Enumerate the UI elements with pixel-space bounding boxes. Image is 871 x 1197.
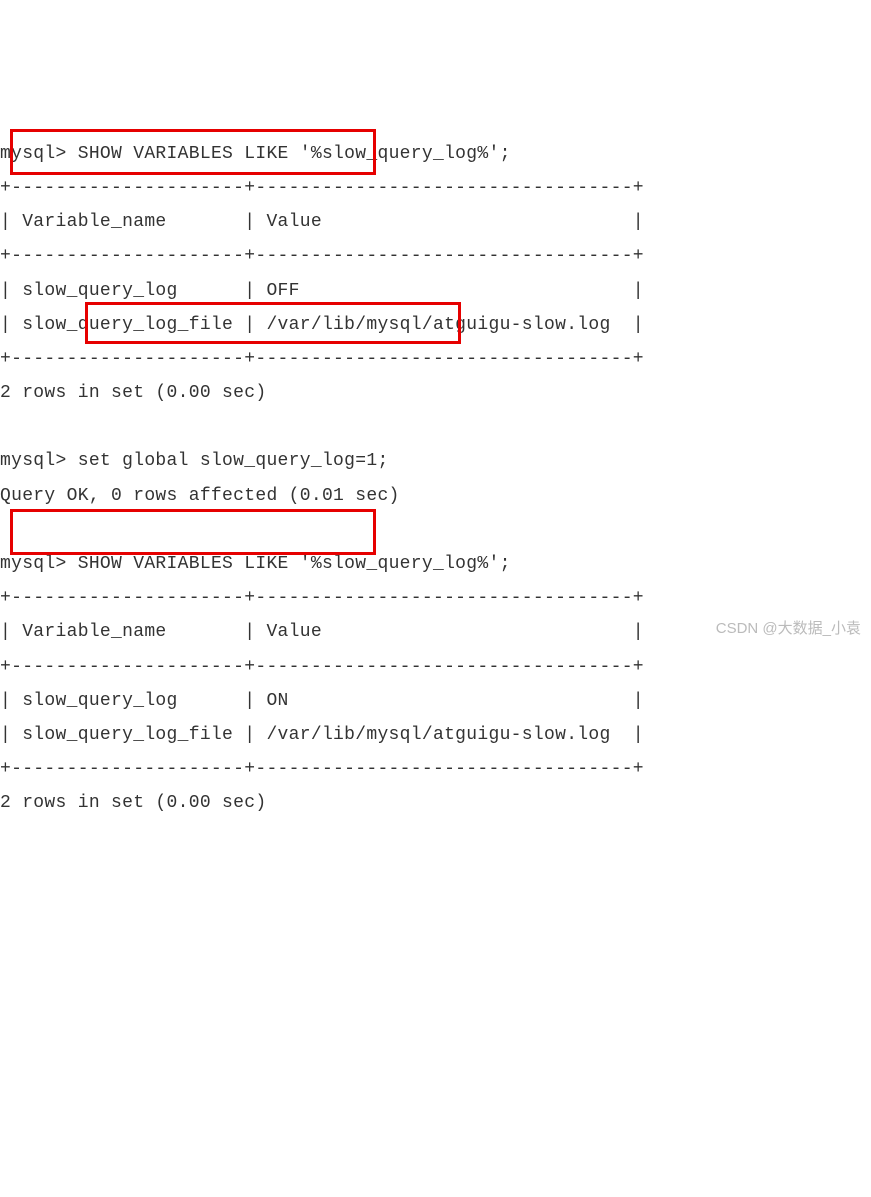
table-row: | slow_query_log | OFF |	[0, 281, 644, 301]
prompt: mysql>	[0, 144, 78, 164]
command-show-variables-1: SHOW VARIABLES LIKE '%slow_query_log%';	[78, 144, 511, 164]
result-footer: 2 rows in set (0.00 sec)	[0, 793, 266, 813]
result-footer: 2 rows in set (0.00 sec)	[0, 383, 266, 403]
table-separator: +---------------------+-----------------…	[0, 657, 644, 677]
table-separator: +---------------------+-----------------…	[0, 349, 644, 369]
table-separator: +---------------------+-----------------…	[0, 246, 644, 266]
table-row: | slow_query_log_file | /var/lib/mysql/a…	[0, 315, 644, 335]
table-separator: +---------------------+-----------------…	[0, 178, 644, 198]
table-row: | slow_query_log_file | /var/lib/mysql/a…	[0, 725, 644, 745]
watermark: CSDN @大数据_小袁	[716, 615, 861, 644]
table-header: | Variable_name | Value |	[0, 212, 644, 232]
prompt: mysql>	[0, 554, 78, 574]
command-show-variables-2: SHOW VARIABLES LIKE '%slow_query_log%';	[78, 554, 511, 574]
prompt: mysql>	[0, 451, 78, 471]
table-header: | Variable_name | Value |	[0, 622, 644, 642]
terminal-output: mysql> SHOW VARIABLES LIKE '%slow_query_…	[0, 137, 871, 821]
table-row: | slow_query_log | ON |	[0, 691, 644, 711]
command-set-global: set global slow_query_log=1;	[78, 451, 389, 471]
table-separator: +---------------------+-----------------…	[0, 588, 644, 608]
table-separator: +---------------------+-----------------…	[0, 759, 644, 779]
result-query-ok: Query OK, 0 rows affected (0.01 sec)	[0, 486, 400, 506]
